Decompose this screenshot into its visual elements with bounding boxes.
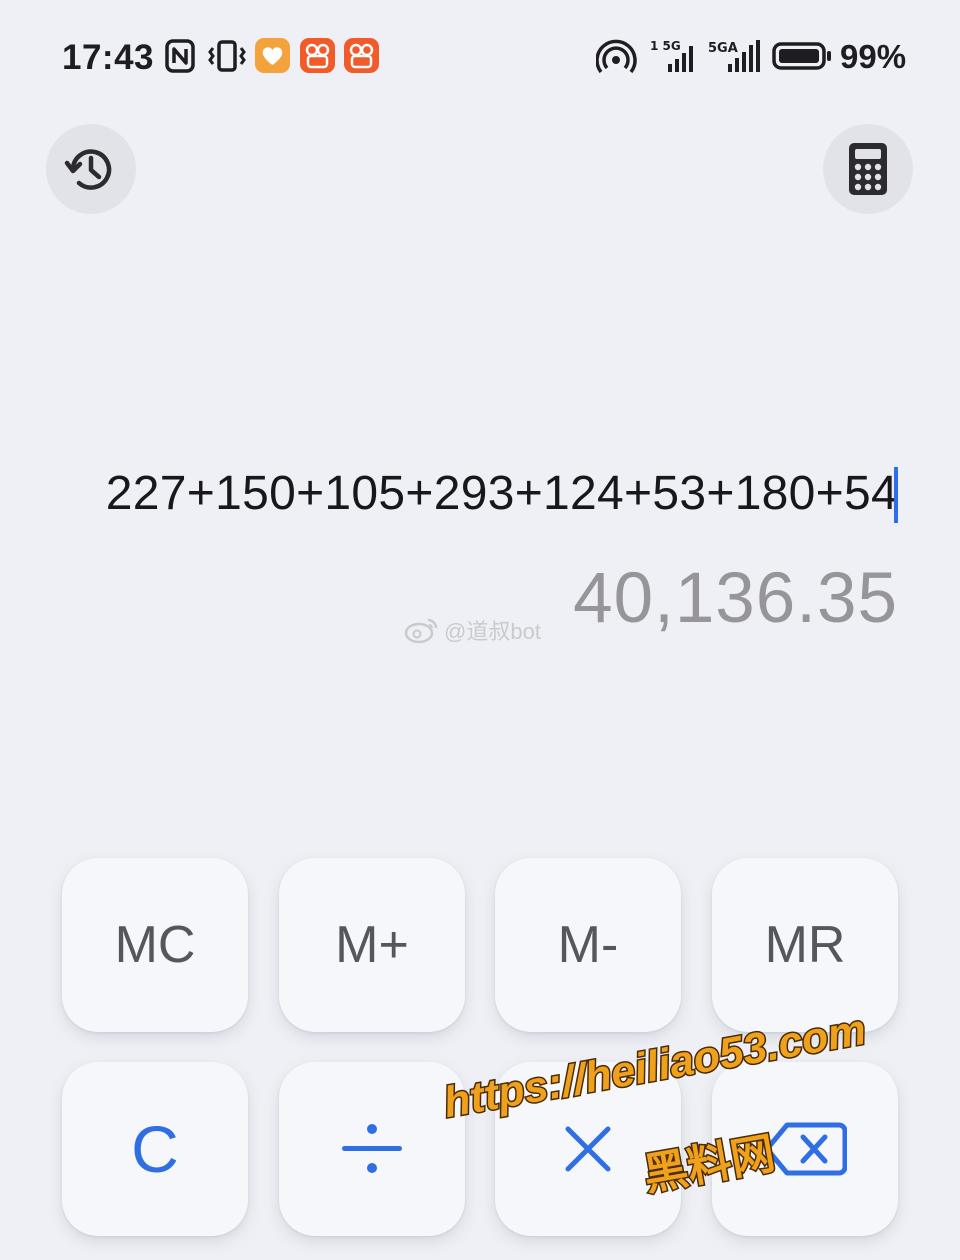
memory-recall-button[interactable]: MR	[712, 858, 898, 1032]
backspace-button[interactable]	[712, 1062, 898, 1236]
signal-5g-icon: 1 5G	[650, 39, 693, 72]
weibo-icon	[404, 618, 438, 644]
history-clock-icon	[64, 149, 112, 190]
status-time: 17:43	[62, 38, 155, 77]
divide-icon	[342, 1124, 402, 1173]
history-button[interactable]	[46, 124, 136, 214]
clear-button[interactable]: C	[62, 1062, 248, 1236]
weibo-watermark: @道叔bot	[404, 614, 541, 646]
signal-1-label: 1 5G	[650, 39, 681, 53]
key-label: MR	[764, 916, 846, 974]
health-app-icon	[255, 38, 290, 73]
status-bar: 17:43 1 5G 5GA 99%	[0, 0, 960, 110]
key-label: MC	[114, 916, 196, 974]
key-label: C	[131, 1112, 179, 1186]
signal-5ga-icon: 5GA	[708, 40, 760, 72]
video-app-icon	[300, 38, 335, 73]
weibo-watermark-text: @道叔bot	[444, 619, 541, 644]
hotspot-icon	[596, 39, 637, 74]
nfc-icon	[165, 39, 195, 73]
battery-icon	[772, 42, 831, 70]
multiply-icon	[565, 1126, 611, 1172]
memory-subtract-button[interactable]: M-	[495, 858, 681, 1032]
key-label: M+	[335, 916, 409, 974]
signal-2-label: 5GA	[708, 41, 738, 56]
key-label: M-	[557, 916, 619, 974]
backspace-icon	[764, 1122, 847, 1176]
battery-percentage: 99%	[840, 38, 907, 75]
expression-input[interactable]: 227+150+105+293+124+53+180+54	[106, 466, 898, 521]
scientific-mode-button[interactable]	[823, 124, 913, 214]
vibrate-icon	[208, 40, 246, 72]
calculator-icon	[849, 143, 887, 195]
divide-button[interactable]	[279, 1062, 465, 1236]
text-cursor	[894, 467, 898, 523]
result-display: 40,136.35	[573, 559, 898, 638]
memory-clear-button[interactable]: MC	[62, 858, 248, 1032]
video-app-icon	[344, 38, 379, 73]
memory-add-button[interactable]: M+	[279, 858, 465, 1032]
multiply-button[interactable]	[495, 1062, 681, 1236]
